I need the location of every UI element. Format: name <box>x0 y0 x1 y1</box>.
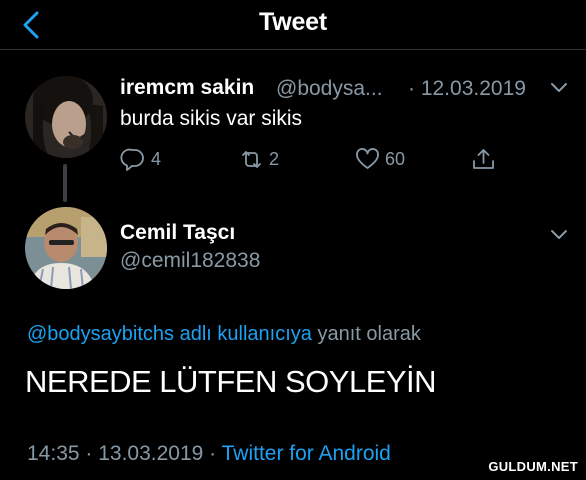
mention-link[interactable]: @bodysaybitchs adlı kullanıcıya <box>27 323 312 345</box>
reply-icon <box>120 148 144 171</box>
tweet-text: NEREDE LÜTFEN SOYLEYİN <box>25 364 437 399</box>
thread-connector <box>63 164 67 202</box>
tweet-meta: 14:35 · 13.03.2019 · Twitter for Android <box>27 442 391 466</box>
reply-suffix: yanıt olarak <box>311 323 421 345</box>
chevron-down-icon[interactable] <box>549 80 569 96</box>
tweet-date[interactable]: · 12.03.2019 <box>408 77 526 101</box>
top-bar: Tweet <box>0 0 586 50</box>
heart-icon <box>356 147 379 169</box>
author-name[interactable]: iremcm sakin <box>120 76 254 100</box>
page-title: Tweet <box>259 8 327 36</box>
profile-photo-icon <box>25 207 107 289</box>
chevron-down-icon[interactable] <box>549 227 569 243</box>
like-button[interactable]: 60 <box>354 145 405 173</box>
author-handle[interactable]: @cemil182838 <box>120 249 260 273</box>
author-name[interactable]: Cemil Taşcı <box>120 221 235 245</box>
like-count: 60 <box>385 148 406 169</box>
retweet-button[interactable]: 2 <box>238 145 279 173</box>
avatar[interactable] <box>25 207 107 289</box>
share-button[interactable] <box>470 145 501 173</box>
author-handle[interactable]: @bodysa... <box>276 77 383 101</box>
replying-to: @bodysaybitchs adlı kullanıcıya yanıt ol… <box>27 323 421 346</box>
avatar[interactable] <box>25 76 107 158</box>
retweet-count: 2 <box>269 148 280 169</box>
reply-button[interactable]: 4 <box>120 145 161 173</box>
profile-photo-icon <box>25 76 107 158</box>
retweet-icon <box>242 150 261 168</box>
tweet-source[interactable]: Twitter for Android <box>222 442 391 465</box>
reply-count: 4 <box>151 148 162 169</box>
share-icon <box>473 148 494 169</box>
watermark: GULDUM.NET <box>485 458 581 475</box>
tweet-text: burda sikis var sikis <box>120 107 303 130</box>
tweet-timestamp[interactable]: 14:35 · 13.03.2019 · <box>27 442 222 465</box>
